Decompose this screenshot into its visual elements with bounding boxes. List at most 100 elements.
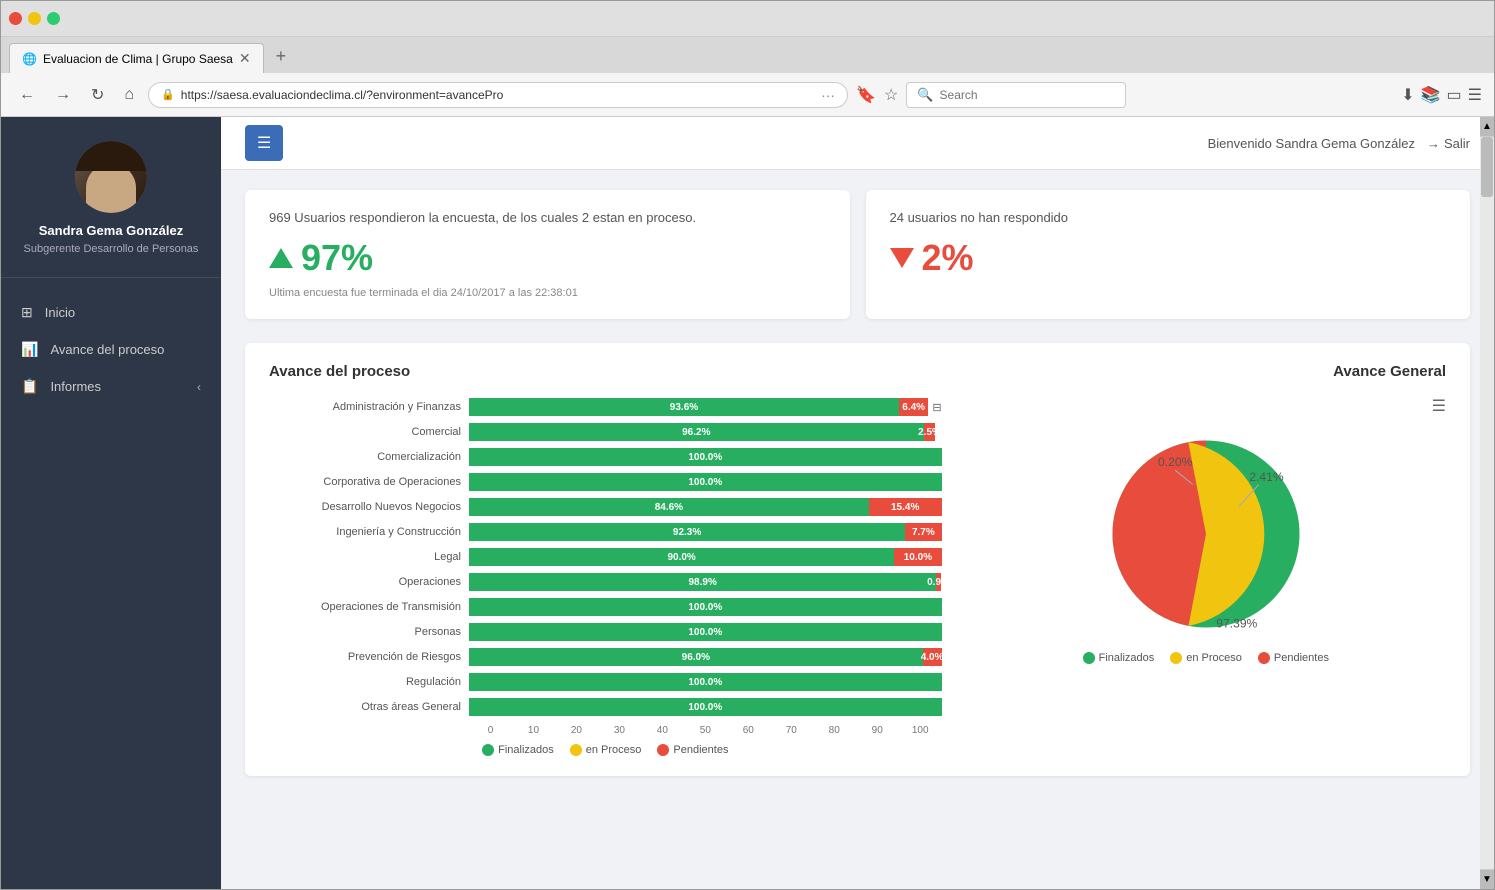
- close-btn[interactable]: [9, 12, 22, 25]
- bar-track: 100.0%: [469, 673, 942, 691]
- sidebar-label-informes: Informes: [50, 379, 101, 394]
- minimize-btn[interactable]: [28, 12, 41, 25]
- home-btn[interactable]: ⌂: [118, 82, 140, 108]
- process-title: Avance del proceso: [269, 363, 410, 380]
- legend-label: Pendientes: [673, 744, 728, 756]
- topbar: ☰ Bienvenido Sandra Gema González → Sali…: [221, 117, 1494, 170]
- bar-segment-green: 100.0%: [469, 623, 942, 641]
- menu-toggle-button[interactable]: ☰: [245, 125, 283, 161]
- sidebar-toggle-icon[interactable]: ▭: [1447, 85, 1462, 105]
- bar-track: 100.0%: [469, 598, 942, 616]
- search-box[interactable]: 🔍: [906, 82, 1126, 108]
- maximize-btn[interactable]: [47, 12, 60, 25]
- legend-label: Finalizados: [498, 744, 554, 756]
- search-input[interactable]: [940, 88, 1100, 102]
- bar-segment-green: 100.0%: [469, 598, 942, 616]
- bar-track: 84.6%15.4%: [469, 498, 942, 516]
- pie-menu-icon[interactable]: ☰: [1432, 396, 1446, 416]
- x-axis-label: 20: [555, 725, 598, 736]
- bar-table-icon[interactable]: ⊟: [932, 398, 941, 416]
- url-bar[interactable]: 🔒 https://saesa.evaluaciondeclima.cl/?en…: [148, 82, 848, 108]
- menu-icon[interactable]: ☰: [1468, 85, 1482, 105]
- legend-dot: [657, 744, 669, 756]
- bar-track: 96.2%2.5%: [469, 423, 942, 441]
- download-icon[interactable]: ⬇: [1401, 85, 1414, 105]
- title-bar: [1, 1, 1494, 37]
- bar-label: Desarrollo Nuevos Negocios: [269, 501, 469, 513]
- bar-segment-green: 100.0%: [469, 473, 942, 491]
- back-btn[interactable]: ←: [13, 82, 41, 108]
- bar-label: Ingeniería y Construcción: [269, 526, 469, 538]
- bar-segment-green: 96.0%: [469, 648, 923, 666]
- bar-segment-red: 4.0%: [923, 648, 942, 666]
- triangle-down-icon: [890, 248, 914, 268]
- active-tab[interactable]: 🌐 Evaluacion de Clima | Grupo Saesa ✕: [9, 43, 264, 73]
- pie-chart: 2.41% 0.20% 97.39%: [1096, 424, 1316, 644]
- legend-label-pendientes: Pendientes: [1274, 652, 1329, 664]
- legend-label-en-proceso: en Proceso: [1186, 652, 1242, 664]
- logout-icon: →: [1427, 136, 1440, 151]
- pocket-icon[interactable]: 🔖: [856, 85, 876, 105]
- bar-legend-item: Pendientes: [657, 744, 728, 756]
- bar-segment-green: 100.0%: [469, 673, 942, 691]
- refresh-btn[interactable]: ↻: [85, 81, 110, 109]
- avatar: [75, 141, 147, 213]
- x-axis-label: 80: [813, 725, 856, 736]
- logout-label: Salir: [1444, 136, 1470, 151]
- scroll-thumb[interactable]: [1481, 137, 1493, 197]
- pie-header: ☰: [966, 396, 1446, 416]
- bar-row: Comercialización100.0%: [269, 446, 942, 468]
- pie-svg: 2.41% 0.20% 97.39%: [1096, 424, 1316, 644]
- pie-label-finalizados: 97.39%: [1216, 617, 1257, 631]
- forward-btn[interactable]: →: [49, 82, 77, 108]
- pie-legend-finalizados: Finalizados: [1083, 652, 1155, 664]
- library-icon[interactable]: 📚: [1421, 85, 1441, 105]
- bar-segment-red: 7.7%: [905, 523, 941, 541]
- sidebar-nav: ⊞ Inicio 📊 Avance del proceso 📋 Informes…: [1, 278, 221, 889]
- bar-segment-red: 15.4%: [869, 498, 942, 516]
- bar-track: 100.0%: [469, 623, 942, 641]
- app-wrapper: Sandra Gema González Subgerente Desarrol…: [1, 117, 1494, 889]
- bar-label: Operaciones: [269, 576, 469, 588]
- x-axis-label: 70: [770, 725, 813, 736]
- new-tab-btn[interactable]: +: [264, 40, 299, 73]
- url-options-icon[interactable]: ···: [821, 87, 835, 103]
- bar-label: Regulación: [269, 676, 469, 688]
- x-axis-label: 90: [856, 725, 899, 736]
- sidebar: Sandra Gema González Subgerente Desarrol…: [1, 117, 221, 889]
- charts-row: Administración y Finanzas93.6%6.4%⊟Comer…: [269, 396, 1446, 756]
- main-content: ☰ Bienvenido Sandra Gema González → Sali…: [221, 117, 1494, 889]
- legend-dot: [482, 744, 494, 756]
- bar-label: Comercialización: [269, 451, 469, 463]
- bookmark-icon[interactable]: ☆: [884, 85, 898, 105]
- bar-label: Prevención de Riesgos: [269, 651, 469, 663]
- sidebar-item-inicio[interactable]: ⊞ Inicio: [1, 294, 221, 331]
- bar-label: Administración y Finanzas: [269, 401, 469, 413]
- bar-row: Legal90.0%10.0%: [269, 546, 942, 568]
- pie-legend: Finalizados en Proceso Pendientes: [1083, 652, 1329, 664]
- logout-button[interactable]: → Salir: [1427, 136, 1470, 151]
- bar-track: 90.0%10.0%: [469, 548, 942, 566]
- legend-label: en Proceso: [586, 744, 642, 756]
- sidebar-item-avance[interactable]: 📊 Avance del proceso: [1, 331, 221, 368]
- bar-row: Comercial96.2%2.5%: [269, 421, 942, 443]
- bar-legend-item: en Proceso: [570, 744, 642, 756]
- bar-segment-red: 6.4%: [899, 398, 928, 416]
- legend-dot-en-proceso: [1170, 652, 1182, 664]
- lock-icon: 🔒: [161, 88, 175, 101]
- bar-row: Ingeniería y Construcción92.3%7.7%: [269, 521, 942, 543]
- stat-pct-2: 2%: [922, 237, 974, 279]
- app-container: Sandra Gema González Subgerente Desarrol…: [1, 117, 1494, 889]
- scroll-down-btn[interactable]: ▼: [1480, 869, 1494, 889]
- bar-row: Desarrollo Nuevos Negocios84.6%15.4%: [269, 496, 942, 518]
- sidebar-item-informes[interactable]: 📋 Informes ‹: [1, 368, 221, 405]
- informes-left: 📋 Informes: [21, 378, 101, 395]
- welcome-text: Bienvenido Sandra Gema González: [1208, 136, 1415, 151]
- pie-label-en-proceso: 0.20%: [1158, 455, 1193, 469]
- scroll-track[interactable]: [1480, 137, 1494, 869]
- scroll-up-btn[interactable]: ▲: [1480, 117, 1494, 137]
- tab-close-btn[interactable]: ✕: [239, 50, 251, 67]
- scrollbar[interactable]: ▲ ▼: [1480, 117, 1494, 889]
- x-axis-label: 100: [899, 725, 942, 736]
- x-axis: 0102030405060708090100: [469, 721, 942, 736]
